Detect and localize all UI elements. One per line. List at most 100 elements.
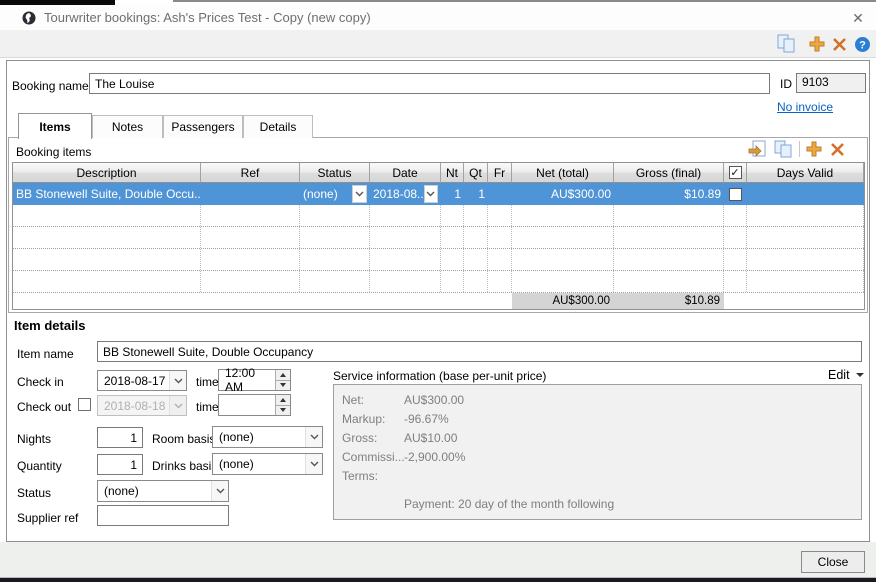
- col-status[interactable]: Status: [300, 163, 370, 183]
- tab-passengers[interactable]: Passengers: [163, 115, 243, 138]
- check-out-time-spinner[interactable]: [218, 394, 291, 416]
- item-name-input[interactable]: [97, 341, 862, 362]
- spin-down-icon[interactable]: [276, 381, 290, 391]
- cell-status[interactable]: (none): [300, 183, 370, 205]
- chevron-down-icon: [856, 373, 864, 377]
- spin-down-icon[interactable]: [276, 406, 290, 416]
- status-value: (none): [303, 187, 338, 201]
- cell-nt: 1: [441, 183, 464, 205]
- drinks-basis-label: Drinks basis: [152, 459, 217, 473]
- copy-item-icon[interactable]: [774, 140, 793, 159]
- close-window-icon[interactable]: ✕: [848, 8, 868, 28]
- empty-grid-row[interactable]: [13, 271, 864, 293]
- nights-input[interactable]: [97, 427, 143, 448]
- check-in-date-value: 2018-08-17: [104, 374, 169, 388]
- check-out-checkbox[interactable]: [78, 398, 91, 411]
- status-select[interactable]: (none): [97, 480, 229, 502]
- date-value: 2018-08..: [373, 187, 424, 201]
- dialog-footer: [0, 542, 876, 577]
- edit-service-button[interactable]: Edit: [828, 368, 864, 382]
- quantity-input[interactable]: [97, 454, 143, 475]
- no-invoice-link[interactable]: No invoice: [777, 100, 833, 114]
- spin-up-icon[interactable]: [276, 370, 290, 381]
- id-value-field: 9103: [796, 73, 866, 93]
- drinks-basis-select[interactable]: (none): [212, 453, 323, 475]
- totals-net: AU$300.00: [512, 293, 614, 309]
- grid-totals-row: AU$300.00 $10.89: [13, 293, 864, 309]
- supplier-ref-input[interactable]: [97, 505, 229, 526]
- chevron-down-icon[interactable]: [211, 481, 228, 501]
- tab-items[interactable]: Items: [18, 113, 92, 139]
- add-booking-icon[interactable]: [809, 36, 825, 52]
- booking-name-input[interactable]: [89, 73, 770, 94]
- time-spin-buttons[interactable]: [275, 395, 290, 415]
- col-nt[interactable]: Nt: [441, 163, 464, 183]
- tourwriter-logo-icon: [22, 11, 36, 25]
- col-fr[interactable]: Fr: [488, 163, 512, 183]
- chevron-down-icon[interactable]: [169, 371, 186, 390]
- col-gross-final[interactable]: Gross (final): [614, 163, 724, 183]
- insert-item-icon[interactable]: [748, 140, 768, 159]
- window-title: Tourwriter bookings: Ash's Prices Test -…: [44, 10, 371, 25]
- check-out-date-picker: 2018-08-18: [97, 395, 187, 416]
- empty-grid-row[interactable]: [13, 249, 864, 271]
- totals-spacer: [724, 293, 864, 309]
- date-dropdown-button[interactable]: [424, 185, 438, 203]
- chevron-down-icon[interactable]: [305, 427, 322, 447]
- cell-gross-final: $10.89: [614, 183, 724, 205]
- time-spin-buttons[interactable]: [275, 370, 290, 390]
- col-date[interactable]: Date: [370, 163, 441, 183]
- check-out-time-value: [219, 395, 275, 415]
- row-checkbox[interactable]: [729, 188, 742, 201]
- icons-separator: [799, 141, 800, 157]
- status-select-value: (none): [104, 484, 211, 498]
- booking-item-row-selected[interactable]: BB Stonewell Suite, Double Occu... (none…: [13, 183, 864, 205]
- svg-text:?: ?: [859, 40, 866, 52]
- col-days-valid[interactable]: Days Valid: [747, 163, 864, 183]
- check-out-label: Check out: [17, 400, 71, 414]
- service-info-row: Terms:: [342, 466, 853, 485]
- close-button[interactable]: Close: [801, 551, 865, 573]
- help-icon[interactable]: ?: [854, 36, 871, 53]
- check-in-time-label: time: [196, 375, 219, 389]
- delete-item-icon[interactable]: [830, 142, 845, 157]
- select-all-checkbox[interactable]: ✓: [729, 166, 742, 179]
- cell-checkbox: [724, 183, 747, 205]
- empty-grid-row[interactable]: [13, 227, 864, 249]
- chevron-down-icon: [169, 396, 186, 415]
- col-net-total[interactable]: Net (total): [512, 163, 614, 183]
- grid-header-row: Description Ref Status Date Nt Qt Fr Net…: [13, 163, 864, 183]
- tourwriter-bookings-window: Tourwriter bookings: Ash's Prices Test -…: [0, 0, 876, 582]
- toolbar: Bookings of 3 The Louise Email booking: [0, 30, 876, 58]
- room-basis-select[interactable]: (none): [212, 426, 323, 448]
- check-in-time-spinner[interactable]: 12:00 AM: [218, 369, 291, 391]
- cell-date[interactable]: 2018-08..: [370, 183, 441, 205]
- col-ref[interactable]: Ref: [201, 163, 300, 183]
- chevron-down-icon[interactable]: [305, 454, 322, 474]
- service-info-row: Gross: AU$10.00: [342, 428, 853, 447]
- cell-days-valid: [747, 183, 864, 205]
- edit-label: Edit: [828, 368, 850, 382]
- col-description[interactable]: Description: [13, 163, 201, 183]
- cell-qt: 1: [464, 183, 488, 205]
- title-bar: Tourwriter bookings: Ash's Prices Test -…: [0, 5, 876, 30]
- service-info-heading: Service information (base per-unit price…: [333, 369, 546, 383]
- add-item-icon[interactable]: [806, 141, 822, 157]
- delete-booking-icon[interactable]: [832, 37, 847, 52]
- id-label: ID: [780, 77, 792, 91]
- col-qt[interactable]: Qt: [464, 163, 488, 183]
- status-dropdown-button[interactable]: [352, 185, 367, 203]
- room-basis-label: Room basis: [152, 432, 215, 446]
- service-info-row: Commissi... -2,900.00%: [342, 447, 853, 466]
- tab-notes[interactable]: Notes: [92, 115, 163, 138]
- cell-fr: [488, 183, 512, 205]
- spin-up-icon[interactable]: [276, 395, 290, 406]
- empty-grid-row[interactable]: [13, 205, 864, 227]
- drinks-basis-value: (none): [219, 457, 305, 471]
- check-in-date-picker[interactable]: 2018-08-17: [97, 370, 187, 391]
- copy-booking-icon[interactable]: [777, 34, 796, 54]
- service-info-row: Net: AU$300.00: [342, 390, 853, 409]
- tab-details[interactable]: Details: [243, 115, 313, 138]
- quantity-label: Quantity: [17, 459, 62, 473]
- service-info-panel: Net: AU$300.00 Markup: -96.67% Gross: AU…: [333, 384, 862, 520]
